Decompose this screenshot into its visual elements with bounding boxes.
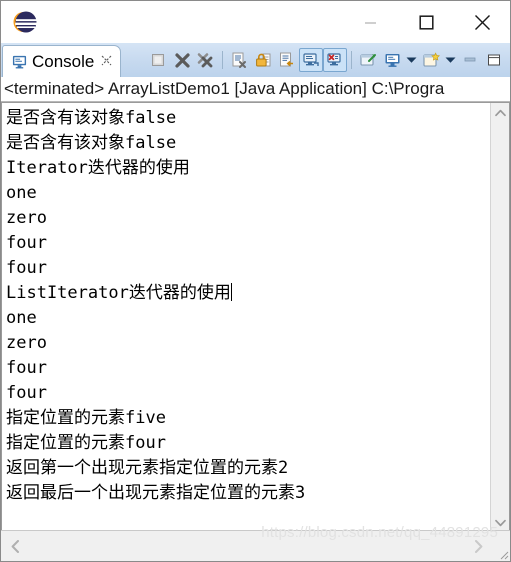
tab-console-label: Console (32, 51, 95, 71)
console-line: 返回最后一个出现元素指定位置的元素3 (6, 483, 306, 503)
scroll-lock-padlock-icon (255, 53, 270, 66)
show-console-standard-out-button[interactable] (299, 48, 323, 72)
scroll-right-button[interactable] (466, 531, 490, 561)
word-wrap-icon (279, 52, 293, 66)
console-line: 是否含有该对象false (6, 133, 177, 153)
maximize-view-button[interactable] (482, 48, 506, 72)
toolbar-separator-2 (351, 51, 352, 69)
open-console-new-icon (422, 51, 440, 67)
view-minimize-icon (464, 57, 476, 62)
console-line: 返回第一个出现元素指定位置的元素2 (6, 458, 289, 478)
display-selected-console-button[interactable] (380, 48, 404, 72)
toolbar-separator (222, 51, 223, 69)
remove-all-terminated-xx-icon (197, 52, 213, 67)
minimize-view-button[interactable] (458, 48, 482, 72)
console-line: four (6, 358, 47, 378)
remove-launch-x-icon (174, 52, 190, 68)
display-selected-console-menu-button[interactable] (404, 48, 419, 72)
tab-close-icon[interactable] (101, 55, 112, 68)
console-line: one (6, 183, 37, 203)
minimize-icon (364, 21, 376, 24)
console-line: four (6, 233, 47, 253)
console-line: 是否含有该对象false (6, 108, 177, 128)
display-selected-console-icon (385, 53, 399, 67)
title-bar (1, 1, 510, 43)
remove-launch-button[interactable] (170, 48, 194, 72)
terminate-stop-icon (152, 54, 164, 66)
console-line: Iterator迭代器的使用 (6, 158, 190, 178)
eclipse-logo-icon (13, 11, 37, 33)
close-icon (474, 14, 490, 30)
chevron-up-icon (495, 109, 506, 116)
pin-console-icon (359, 53, 376, 66)
minimize-button[interactable] (342, 1, 398, 43)
open-console-button[interactable] (419, 48, 443, 72)
console-toolbar (121, 43, 510, 77)
vertical-scrollbar-thumb[interactable] (491, 122, 509, 515)
chevron-right-icon (474, 539, 482, 553)
tab-console[interactable]: Console (2, 45, 122, 77)
view-maximize-icon (488, 54, 500, 66)
word-wrap-button[interactable] (275, 48, 299, 72)
console-line: four (6, 258, 47, 278)
text-caret (230, 283, 232, 301)
vertical-scrollbar[interactable] (490, 103, 509, 532)
window-controls (342, 1, 510, 43)
show-console-standard-error-button[interactable] (323, 48, 347, 72)
console-line: one (6, 308, 37, 328)
maximize-button[interactable] (398, 1, 454, 43)
clear-console-button[interactable] (227, 48, 251, 72)
scroll-left-button[interactable] (3, 531, 27, 561)
scroll-lock-button[interactable] (251, 48, 275, 72)
close-tab-icon (101, 55, 112, 66)
console-line: 指定位置的元素five (6, 408, 166, 428)
eclipse-console-window: Console <terminated> ArrayListDemo1 [Jav… (0, 0, 511, 562)
console-output-area[interactable]: 是否含有该对象false 是否含有该对象false Iterator迭代器的使用 on… (1, 102, 510, 532)
close-button[interactable] (454, 1, 510, 43)
console-line: 指定位置的元素four (6, 433, 166, 453)
chevron-down-icon (445, 57, 456, 63)
console-line: ListIterator迭代器的使用 (6, 283, 232, 303)
maximize-icon (418, 14, 434, 30)
console-line: zero (6, 208, 47, 228)
resize-grip-icon[interactable] (495, 546, 509, 560)
show-console-standard-out-icon (302, 52, 319, 66)
console-line: four (6, 383, 47, 403)
console-view-icon (12, 55, 27, 69)
show-console-standard-error-icon (326, 52, 341, 65)
chevron-down-icon (406, 57, 417, 63)
clear-console-icon (232, 52, 246, 68)
terminate-button[interactable] (146, 48, 170, 72)
console-text-content[interactable]: 是否含有该对象false 是否含有该对象false Iterator迭代器的使用 on… (2, 103, 489, 532)
horizontal-scrollbar[interactable] (1, 530, 510, 561)
scroll-up-button[interactable] (491, 103, 509, 122)
console-line: zero (6, 333, 47, 353)
pin-console-button[interactable] (356, 48, 380, 72)
launch-configuration-label: <terminated> ArrayListDemo1 [Java Applic… (1, 77, 510, 102)
open-console-menu-button[interactable] (443, 48, 458, 72)
chevron-down-icon (495, 519, 506, 526)
remove-all-terminated-button[interactable] (194, 48, 218, 72)
view-tab-toolbar-row: Console (1, 43, 510, 77)
chevron-left-icon (11, 539, 19, 553)
